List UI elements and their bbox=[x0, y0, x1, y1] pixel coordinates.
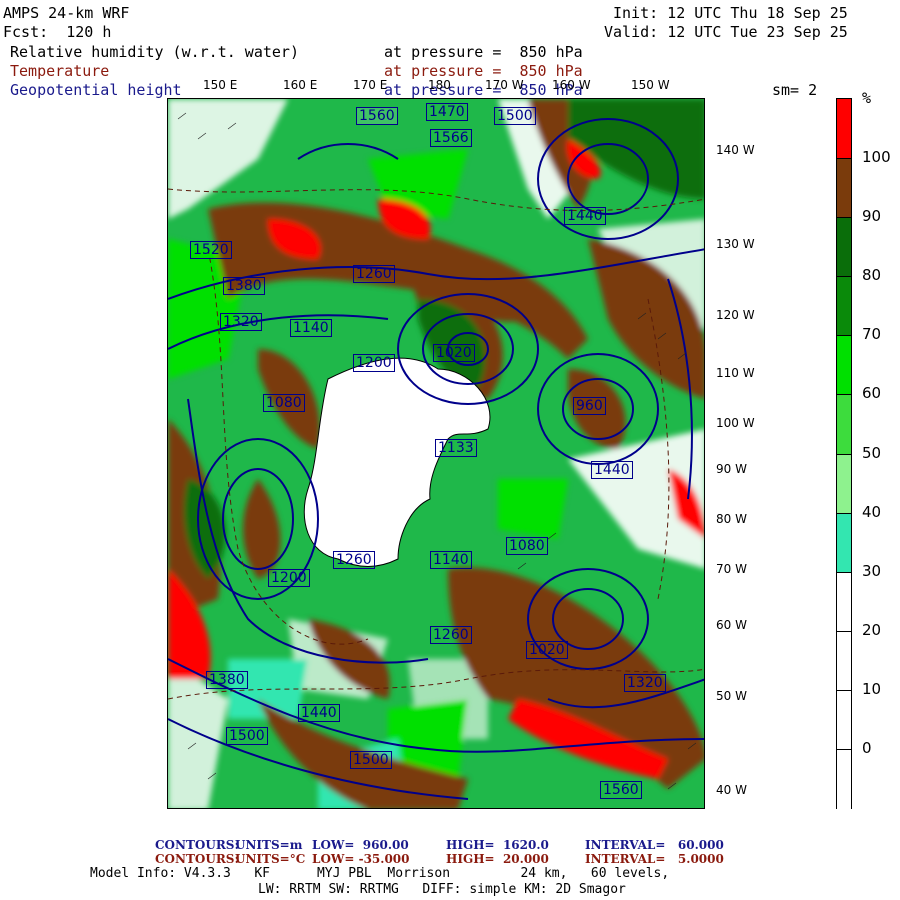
colorbar-segment bbox=[837, 689, 851, 751]
colorbar-label: 90 bbox=[862, 207, 882, 226]
colorbar-label: 30 bbox=[862, 561, 882, 580]
contour-label: 960 bbox=[573, 397, 606, 415]
lon-label-right: 60 W bbox=[716, 618, 747, 632]
contour-label: 1560 bbox=[356, 107, 398, 125]
valid-time: Valid: 12 UTC Tue 23 Sep 25 bbox=[604, 23, 848, 41]
colorbar-segment bbox=[837, 394, 851, 456]
footer-contours2-units: UNITS=°C bbox=[235, 852, 306, 866]
field-rh-name: Relative humidity (w.r.t. water) bbox=[10, 43, 299, 61]
lon-label-right: 70 W bbox=[716, 562, 747, 576]
colorbar-segment bbox=[837, 512, 851, 574]
colorbar-label: 100 bbox=[862, 148, 891, 167]
contour-label: 1140 bbox=[290, 319, 332, 337]
contour-label: 1440 bbox=[564, 207, 606, 225]
footer-contours2-low: LOW= -35.000 bbox=[312, 852, 410, 866]
contour-label: 1080 bbox=[506, 537, 548, 555]
lon-label: 160 E bbox=[283, 78, 318, 92]
colorbar-segment bbox=[837, 571, 851, 633]
colorbar-segment bbox=[837, 335, 851, 397]
contour-label: 1520 bbox=[190, 241, 232, 259]
lon-label-right: 90 W bbox=[716, 462, 747, 476]
colorbar-label: 0 bbox=[862, 738, 872, 757]
contour-label: 1260 bbox=[353, 265, 395, 283]
colorbar-segment bbox=[837, 276, 851, 338]
contour-label: 1500 bbox=[494, 107, 536, 125]
lon-label-right: 80 W bbox=[716, 512, 747, 526]
field-temp-name: Temperature bbox=[10, 62, 110, 80]
contour-label: 1260 bbox=[333, 551, 375, 569]
lon-label-right: 100 W bbox=[716, 416, 755, 430]
contour-label: 1200 bbox=[353, 354, 395, 372]
model-title: AMPS 24-km WRF bbox=[3, 4, 130, 22]
contour-label: 1320 bbox=[220, 313, 262, 331]
footer-model-info: Model Info: V4.3.3 KF MYJ PBL Morrison 2… bbox=[90, 866, 670, 881]
lon-label: 180 bbox=[428, 78, 451, 92]
footer-model-info-2: LW: RRTM SW: RRTMG DIFF: simple KM: 2D S… bbox=[258, 882, 626, 897]
contour-label: 1380 bbox=[223, 277, 265, 295]
colorbar-label: 60 bbox=[862, 384, 882, 403]
colorbar-segment bbox=[837, 748, 851, 810]
colorbar-segment bbox=[837, 99, 851, 159]
contour-label: 1380 bbox=[206, 671, 248, 689]
colorbar-label: 20 bbox=[862, 620, 882, 639]
contour-label: 1500 bbox=[226, 727, 268, 745]
contour-label: 1260 bbox=[430, 626, 472, 644]
colorbar-segment bbox=[837, 453, 851, 515]
footer-contours2-high: HIGH= 20.000 bbox=[446, 852, 549, 866]
colorbar-label: 40 bbox=[862, 502, 882, 521]
map-panel: 1560 1470 1566 1500 1440 1520 1380 1320 … bbox=[167, 98, 705, 809]
footer-contours2-interval: INTERVAL= 5.0000 bbox=[585, 852, 724, 866]
colorbar-label: 70 bbox=[862, 325, 882, 344]
footer-contours1-units: UNITS=m bbox=[235, 838, 303, 852]
field-rh-level: at pressure = 850 hPa bbox=[384, 43, 583, 61]
contour-label: 1440 bbox=[591, 461, 633, 479]
contour-label: 1140 bbox=[430, 551, 472, 569]
colorbar-label: 80 bbox=[862, 266, 882, 285]
footer-contours1-high: HIGH= 1620.0 bbox=[446, 838, 549, 852]
lon-label-right: 140 W bbox=[716, 143, 755, 157]
smoothing-label: sm= 2 bbox=[772, 81, 818, 99]
lon-label-right: 110 W bbox=[716, 366, 755, 380]
contour-label: 1200 bbox=[268, 569, 310, 587]
contour-label: 1560 bbox=[600, 781, 642, 799]
lon-label: 170 W bbox=[485, 78, 524, 92]
field-height-name: Geopotential height bbox=[10, 81, 182, 99]
contour-label: 1020 bbox=[526, 641, 568, 659]
lon-label-right: 40 W bbox=[716, 783, 747, 797]
contour-label: 1320 bbox=[624, 674, 666, 692]
contour-label: 1080 bbox=[263, 394, 305, 412]
contour-label: 1440 bbox=[298, 704, 340, 722]
contour-label: 1470 bbox=[426, 103, 468, 121]
init-time: Init: 12 UTC Thu 18 Sep 25 bbox=[613, 4, 848, 22]
footer-contours1-label: CONTOURS: bbox=[155, 838, 239, 852]
contour-label: 1020 bbox=[433, 344, 475, 362]
contour-label: 1133 bbox=[435, 439, 477, 457]
footer-contours2-label: CONTOURS: bbox=[155, 852, 239, 866]
colorbar-label: 10 bbox=[862, 679, 882, 698]
lon-label-right: 120 W bbox=[716, 308, 755, 322]
lon-label: 170 E bbox=[353, 78, 388, 92]
footer-contours1-interval: INTERVAL= 60.000 bbox=[585, 838, 724, 852]
contour-label: 1566 bbox=[430, 129, 472, 147]
footer-contours1-low: LOW= 960.00 bbox=[312, 838, 409, 852]
contour-label: 1500 bbox=[350, 751, 392, 769]
colorbar bbox=[836, 98, 852, 810]
forecast-hour: Fcst: 120 h bbox=[3, 23, 112, 41]
lon-label: 150 E bbox=[203, 78, 238, 92]
colorbar-segment bbox=[837, 158, 851, 220]
colorbar-segment bbox=[837, 630, 851, 692]
lon-label-right: 130 W bbox=[716, 237, 755, 251]
colorbar-label: 50 bbox=[862, 443, 882, 462]
colorbar-segment bbox=[837, 217, 851, 279]
lon-label: 160 W bbox=[552, 78, 591, 92]
lon-label-right: 50 W bbox=[716, 689, 747, 703]
lon-label: 150 W bbox=[631, 78, 670, 92]
colorbar-unit: % bbox=[862, 89, 872, 107]
